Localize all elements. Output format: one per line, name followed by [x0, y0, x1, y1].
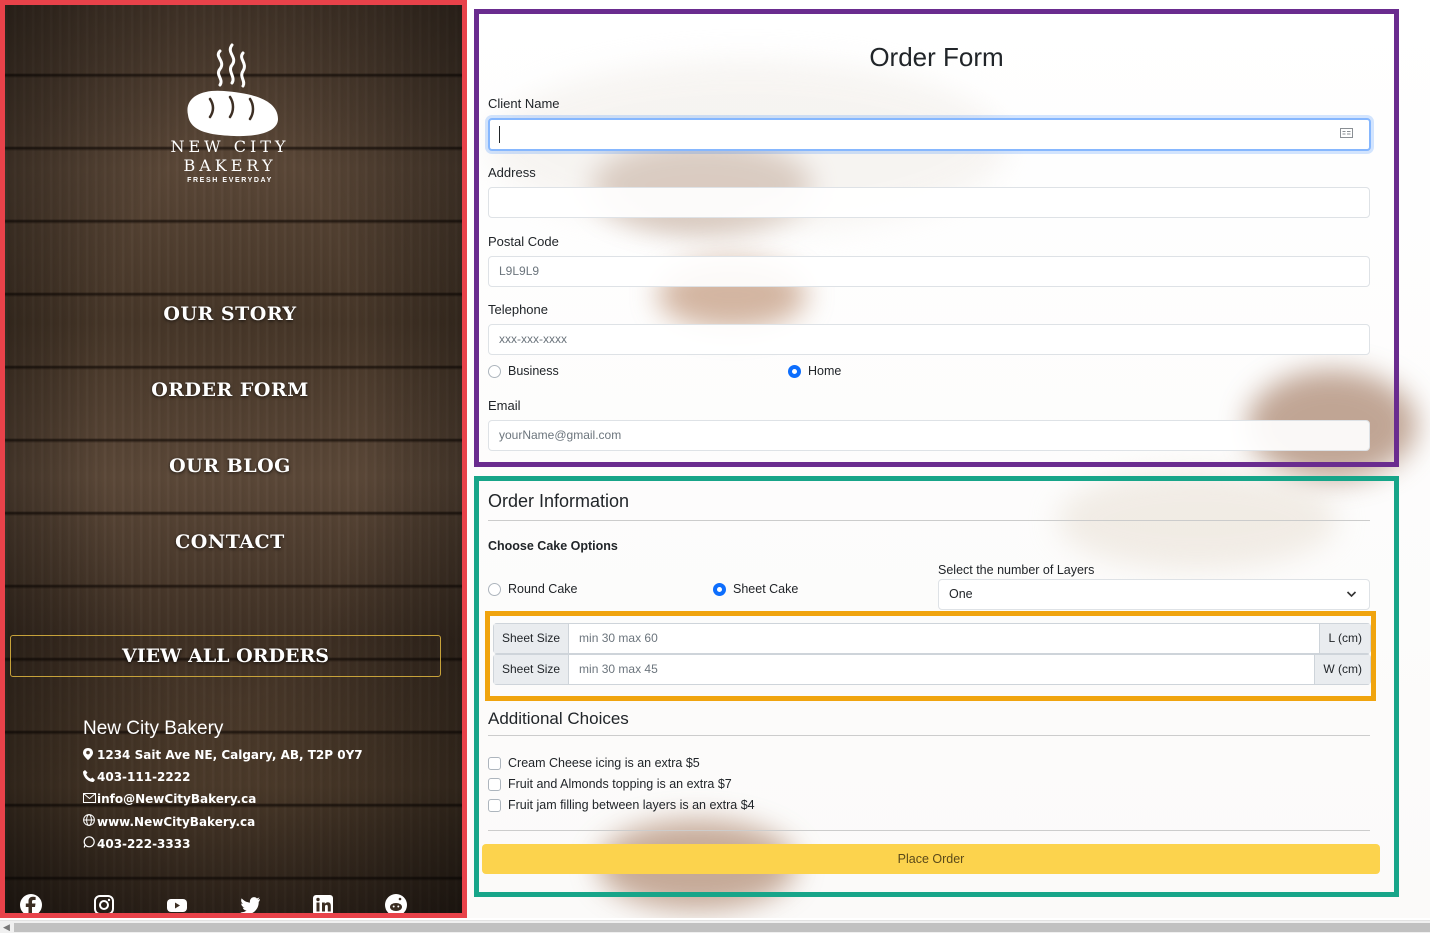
autofill-card-icon[interactable]: [1340, 128, 1353, 138]
contact-whatsapp-text: 403-222-3333: [97, 836, 191, 851]
text-cursor: [499, 126, 500, 143]
place-order-button[interactable]: Place Order: [482, 844, 1380, 874]
sheet-width-input[interactable]: min 30 max 45: [569, 654, 1315, 685]
postal-code-input[interactable]: L9L9L9: [488, 256, 1370, 287]
extra-cream-cheese-checkbox[interactable]: Cream Cheese icing is an extra $5: [488, 756, 700, 770]
phone-type-home-label: Home: [808, 364, 842, 378]
layers-select[interactable]: One: [938, 579, 1370, 610]
reddit-icon[interactable]: [384, 893, 408, 913]
bread-logo-icon: [187, 43, 278, 137]
nav-order-form[interactable]: ORDER FORM: [10, 379, 450, 401]
contact-phone-text: 403-111-2222: [97, 770, 191, 785]
sheet-length-label: Sheet Size: [493, 623, 570, 654]
contact-whatsapp: 403-222-3333: [83, 833, 363, 855]
twitter-icon[interactable]: [238, 893, 262, 913]
address-input[interactable]: [488, 187, 1370, 218]
extra-fruit-jam-label: Fruit jam filling between layers is an e…: [508, 798, 755, 812]
bakery-logo[interactable]: NEW CITY BAKERY FRESH EVERYDAY: [155, 37, 305, 202]
sheet-length-unit: L (cm): [1319, 623, 1371, 654]
contact-address: 1234 Sait Ave NE, Calgary, AB, T2P 0Y7: [83, 744, 363, 766]
sheet-cake-label: Sheet Cake: [733, 582, 799, 596]
divider: [488, 735, 1370, 736]
sheet-width-label: Sheet Size: [493, 654, 570, 685]
contact-name: New City Bakery: [83, 718, 224, 739]
nav-our-blog[interactable]: OUR BLOG: [10, 455, 450, 477]
whatsapp-icon: [83, 836, 96, 851]
order-information-title: Order Information: [488, 491, 630, 511]
divider: [488, 520, 1370, 521]
youtube-icon[interactable]: [165, 893, 189, 913]
round-cake-label: Round Cake: [508, 582, 578, 596]
divider: [488, 830, 1370, 831]
map-pin-icon: [83, 747, 96, 763]
logo-text-line2: BAKERY: [183, 156, 277, 175]
client-name-input[interactable]: [488, 118, 1371, 151]
radio-circle: [488, 364, 501, 378]
checkbox-box: [488, 756, 501, 770]
contact-website-text: www.NewCityBakery.ca: [97, 814, 256, 829]
contact-email-text: info@NewCityBakery.ca: [97, 792, 257, 807]
phone-icon: [83, 769, 96, 785]
extra-cream-cheese-label: Cream Cheese icing is an extra $5: [508, 756, 700, 770]
scroll-left-arrow-icon[interactable]: ◀: [3, 922, 10, 933]
sheet-length-input-group: Sheet Size min 30 max 60 L (cm): [493, 623, 1371, 654]
radio-circle-selected: [713, 582, 726, 596]
view-all-orders-button[interactable]: VIEW ALL ORDERS: [10, 635, 441, 677]
layers-select-value: One: [949, 587, 973, 601]
phone-type-business-radio[interactable]: Business: [488, 364, 559, 378]
order-form-panel: Order Form Client Name Address Postal Co…: [474, 9, 1399, 467]
logo-text-line1: NEW CITY: [170, 137, 290, 156]
order-form-title: Order Form: [869, 42, 1004, 72]
radio-circle: [488, 582, 501, 596]
scrollbar-thumb[interactable]: [14, 923, 1430, 932]
additional-choices-title: Additional Choices: [488, 709, 629, 728]
email-input[interactable]: yourName@gmail.com: [488, 420, 1370, 451]
facebook-icon[interactable]: [19, 893, 43, 913]
sheet-width-unit: W (cm): [1314, 654, 1371, 685]
email-label: Email: [488, 398, 521, 413]
extra-fruit-almonds-label: Fruit and Almonds topping is an extra $7: [508, 777, 732, 791]
sheet-size-group: Sheet Size min 30 max 60 L (cm) Sheet Si…: [485, 611, 1376, 701]
phone-type-home-radio[interactable]: Home: [788, 364, 841, 378]
sheet-length-input[interactable]: min 30 max 60: [569, 623, 1320, 654]
address-label: Address: [488, 165, 536, 180]
radio-circle-selected: [788, 364, 801, 378]
social-links: [5, 893, 462, 913]
checkbox-box: [488, 777, 501, 791]
client-name-label: Client Name: [488, 96, 560, 111]
telephone-input[interactable]: xxx-xxx-xxxx: [488, 324, 1370, 355]
nav-contact[interactable]: CONTACT: [10, 531, 450, 553]
sheet-width-input-group: Sheet Size min 30 max 45 W (cm): [493, 654, 1371, 685]
checkbox-box: [488, 798, 501, 812]
phone-type-business-label: Business: [508, 364, 559, 378]
sheet-cake-radio[interactable]: Sheet Cake: [713, 582, 798, 596]
layers-label: Select the number of Layers: [938, 563, 1095, 577]
horizontal-scrollbar[interactable]: ◀: [0, 920, 1430, 933]
globe-icon: [83, 814, 96, 829]
cake-options-label: Choose Cake Options: [488, 539, 618, 553]
envelope-icon: [83, 792, 96, 806]
extra-fruit-almonds-checkbox[interactable]: Fruit and Almonds topping is an extra $7: [488, 777, 732, 791]
contact-address-text: 1234 Sait Ave NE, Calgary, AB, T2P 0Y7: [97, 748, 363, 763]
nav-our-story[interactable]: OUR STORY: [10, 303, 450, 325]
contact-block: New City Bakery 1234 Sait Ave NE, Calgar…: [83, 718, 363, 855]
instagram-icon[interactable]: [92, 893, 116, 913]
contact-phone: 403-111-2222: [83, 766, 363, 788]
sidebar: NEW CITY BAKERY FRESH EVERYDAY OUR STORY…: [0, 0, 467, 918]
linkedin-icon[interactable]: [311, 893, 335, 913]
round-cake-radio[interactable]: Round Cake: [488, 582, 578, 596]
contact-email[interactable]: info@NewCityBakery.ca: [83, 788, 363, 810]
postal-code-label: Postal Code: [488, 234, 559, 249]
contact-website[interactable]: www.NewCityBakery.ca: [83, 811, 363, 833]
logo-tagline: FRESH EVERYDAY: [187, 177, 273, 184]
extra-fruit-jam-checkbox[interactable]: Fruit jam filling between layers is an e…: [488, 798, 755, 812]
telephone-label: Telephone: [488, 302, 548, 317]
